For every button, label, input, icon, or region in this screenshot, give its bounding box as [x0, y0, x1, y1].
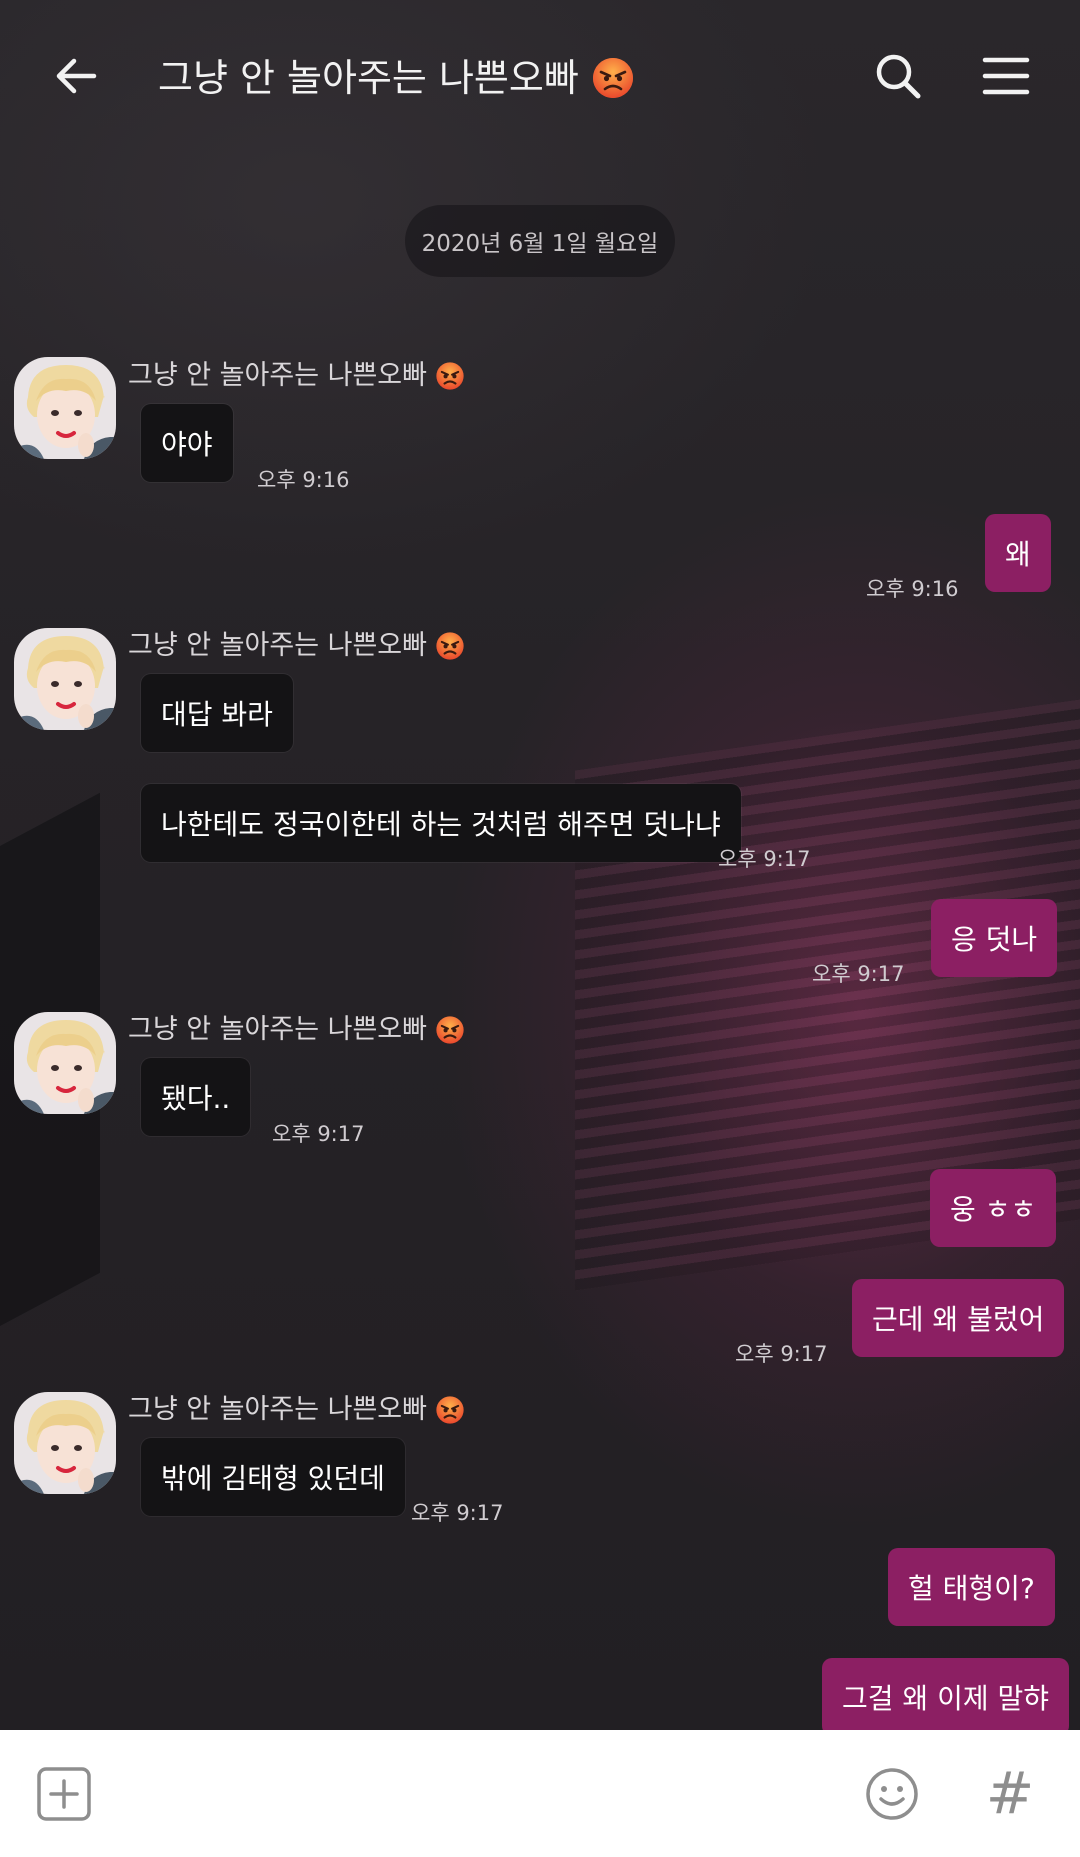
- message-text: 나한테도 정국이한테 하는 것처럼 해주면 덧나냐: [161, 808, 721, 841]
- avatar-photo: [14, 628, 116, 730]
- message-time: 오후 9:17: [272, 1122, 365, 1146]
- back-button[interactable]: [40, 40, 112, 112]
- outgoing-message[interactable]: 웅 ㅎㅎ: [930, 1169, 1057, 1247]
- chat-header: 그냥 안 놀아주는 나쁜오빠: [0, 0, 1080, 150]
- message-time: 오후 9:17: [812, 962, 905, 986]
- incoming-message[interactable]: 대답 봐라: [141, 674, 293, 752]
- hashtag-button[interactable]: #: [980, 1758, 1040, 1828]
- incoming-message[interactable]: 밖에 김태형 있던데: [141, 1438, 405, 1516]
- message-text: 대답 봐라: [161, 698, 273, 731]
- chat-background: 그냥 안 놀아주는 나쁜오빠 2020년 6월 1일 월요일 그냥 안 놀아주는…: [0, 0, 1080, 1730]
- angry-face-icon: [436, 1396, 464, 1424]
- outgoing-message[interactable]: 왜: [985, 514, 1051, 592]
- angry-face-icon: [436, 1016, 464, 1044]
- sender-name: 그냥 안 놀아주는 나쁜오빠: [128, 356, 465, 396]
- message-time: 오후 9:17: [735, 1342, 828, 1366]
- date-divider-text: 2020년 6월 1일 월요일: [421, 231, 659, 257]
- message-text: 밖에 김태형 있던데: [161, 1462, 385, 1495]
- message-input-bar: #: [0, 1730, 1080, 1857]
- incoming-message[interactable]: 됐다..: [141, 1058, 251, 1136]
- search-icon: [876, 54, 921, 99]
- smiley-icon: [866, 1768, 918, 1820]
- message-text: 됐다..: [161, 1082, 231, 1115]
- chat-title-text: 그냥 안 놀아주는 나쁜오빠: [158, 56, 579, 100]
- angry-face-icon: [436, 632, 464, 660]
- avatar-photo: [14, 1392, 116, 1494]
- sender-name-text: 그냥 안 놀아주는 나쁜오빠: [128, 1014, 427, 1045]
- sender-name-text: 그냥 안 놀아주는 나쁜오빠: [128, 1394, 427, 1425]
- sender-name: 그냥 안 놀아주는 나쁜오빠: [128, 626, 465, 666]
- outgoing-message[interactable]: 헐 태형이?: [888, 1548, 1055, 1626]
- message-time: 오후 9:16: [866, 577, 959, 601]
- plus-square-icon: [37, 1767, 91, 1821]
- message-text: 야야: [161, 428, 213, 461]
- menu-button[interactable]: [970, 40, 1042, 112]
- outgoing-message[interactable]: 응 덧나: [931, 899, 1058, 977]
- outgoing-message[interactable]: 그걸 왜 이제 말햐: [822, 1658, 1070, 1730]
- menu-icon: [982, 57, 1030, 95]
- avatar[interactable]: [14, 357, 116, 459]
- message-text: 근데 왜 불렀어: [872, 1303, 1045, 1336]
- outgoing-message[interactable]: 근데 왜 불렀어: [852, 1279, 1065, 1357]
- emoji-button[interactable]: [864, 1766, 920, 1822]
- sender-name-text: 그냥 안 놀아주는 나쁜오빠: [128, 360, 427, 391]
- message-text: 왜: [1005, 538, 1031, 571]
- avatar[interactable]: [14, 1392, 116, 1494]
- avatar-photo: [14, 1012, 116, 1114]
- message-text: 웅 ㅎㅎ: [950, 1193, 1037, 1226]
- incoming-message[interactable]: 야야: [141, 404, 233, 482]
- sender-name: 그냥 안 놀아주는 나쁜오빠: [128, 1010, 465, 1050]
- message-text: 그걸 왜 이제 말햐: [842, 1682, 1050, 1715]
- message-time: 오후 9:17: [718, 847, 811, 871]
- message-text: 헐 태형이?: [908, 1572, 1035, 1605]
- search-button[interactable]: [862, 40, 934, 112]
- sender-name: 그냥 안 놀아주는 나쁜오빠: [128, 1390, 465, 1430]
- message-time: 오후 9:17: [411, 1501, 504, 1525]
- add-attachment-button[interactable]: [36, 1766, 92, 1822]
- chat-title: 그냥 안 놀아주는 나쁜오빠: [158, 48, 635, 108]
- angry-face-icon: [436, 362, 464, 390]
- arrow-left-icon: [56, 58, 97, 94]
- sender-name-text: 그냥 안 놀아주는 나쁜오빠: [128, 630, 427, 661]
- avatar[interactable]: [14, 628, 116, 730]
- message-time: 오후 9:16: [257, 468, 350, 492]
- message-text: 응 덧나: [951, 923, 1038, 956]
- date-divider: 2020년 6월 1일 월요일: [405, 205, 675, 277]
- incoming-message[interactable]: 나한테도 정국이한테 하는 것처럼 해주면 덧나냐: [141, 784, 741, 862]
- avatar[interactable]: [14, 1012, 116, 1114]
- avatar-photo: [14, 357, 116, 459]
- angry-face-icon: [592, 58, 633, 98]
